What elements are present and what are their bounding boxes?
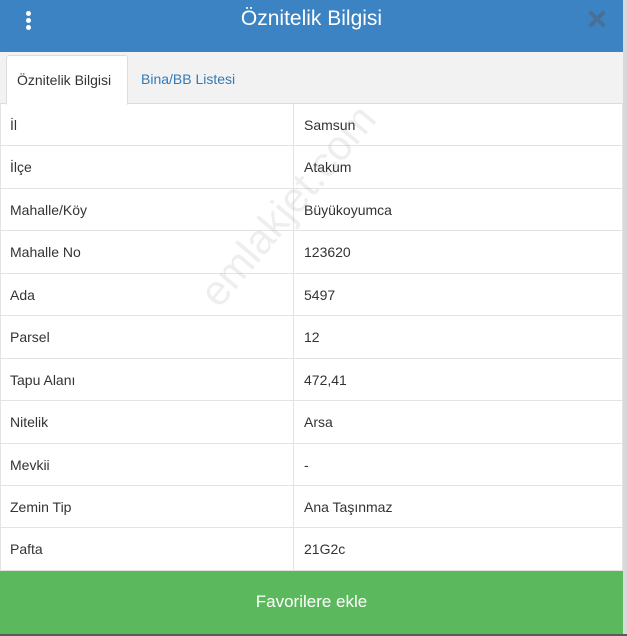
tab-attribute-info[interactable]: Öznitelik Bilgisi (6, 55, 128, 105)
row-value: Büyükoyumca (304, 201, 392, 218)
table-row: Mahalle/Köy Büyükoyumca (1, 188, 622, 232)
row-key: Mahalle/Köy (10, 201, 88, 218)
row-value: 5497 (304, 286, 336, 303)
row-key: Zemin Tip (10, 498, 72, 515)
row-key: Mahalle No (10, 244, 81, 261)
table-row: Zemin Tip Ana Taşınmaz (1, 485, 622, 529)
tab-bar: Öznitelik Bilgisi Bina/BB Listesi (0, 52, 623, 105)
attribute-table: İl Samsun İlçe Atakum Mahalle/Köy Büyükoyum… (0, 104, 623, 571)
table-row: Nitelik Arsa (1, 401, 622, 444)
close-icon[interactable] (585, 7, 609, 31)
modal-header: Öznitelik Bilgisi (0, 0, 623, 52)
row-value: 472,41 (304, 371, 347, 388)
row-key: İlçe (10, 159, 32, 176)
row-value: Arsa (304, 414, 333, 431)
table-row: İl Samsun (1, 104, 622, 147)
row-value: 12 (304, 329, 320, 346)
add-favorites-button[interactable]: Favorilere ekle (0, 571, 623, 634)
table-row: Ada 5497 (1, 273, 622, 317)
row-key: Ada (10, 286, 35, 303)
table-row: Mahalle No 123620 (1, 231, 622, 274)
row-value: 21G2c (304, 541, 346, 558)
row-value: 123620 (304, 244, 351, 261)
row-value: Atakum (304, 159, 352, 176)
row-key: Tapu Alanı (10, 371, 76, 388)
row-value: Samsun (304, 117, 356, 133)
tab-building-list[interactable]: Bina/BB Listesi (131, 55, 245, 105)
window-edge (623, 0, 627, 636)
row-key: Mevkii (10, 456, 50, 473)
modal-title: Öznitelik Bilgisi (240, 7, 383, 30)
row-key: Nitelik (10, 414, 49, 431)
table-row: Mevkii - (1, 443, 622, 486)
table-row: Parsel 12 (1, 316, 622, 359)
row-value: Ana Taşınmaz (304, 498, 393, 515)
row-key: Pafta (10, 541, 43, 558)
table-row: Tapu Alanı 472,41 (1, 358, 622, 402)
row-key: İl (10, 117, 17, 133)
row-key: Parsel (10, 329, 50, 346)
table-row: Pafta 21G2c (1, 528, 622, 571)
table-row: İlçe Atakum (1, 146, 622, 189)
row-value: - (304, 456, 309, 473)
